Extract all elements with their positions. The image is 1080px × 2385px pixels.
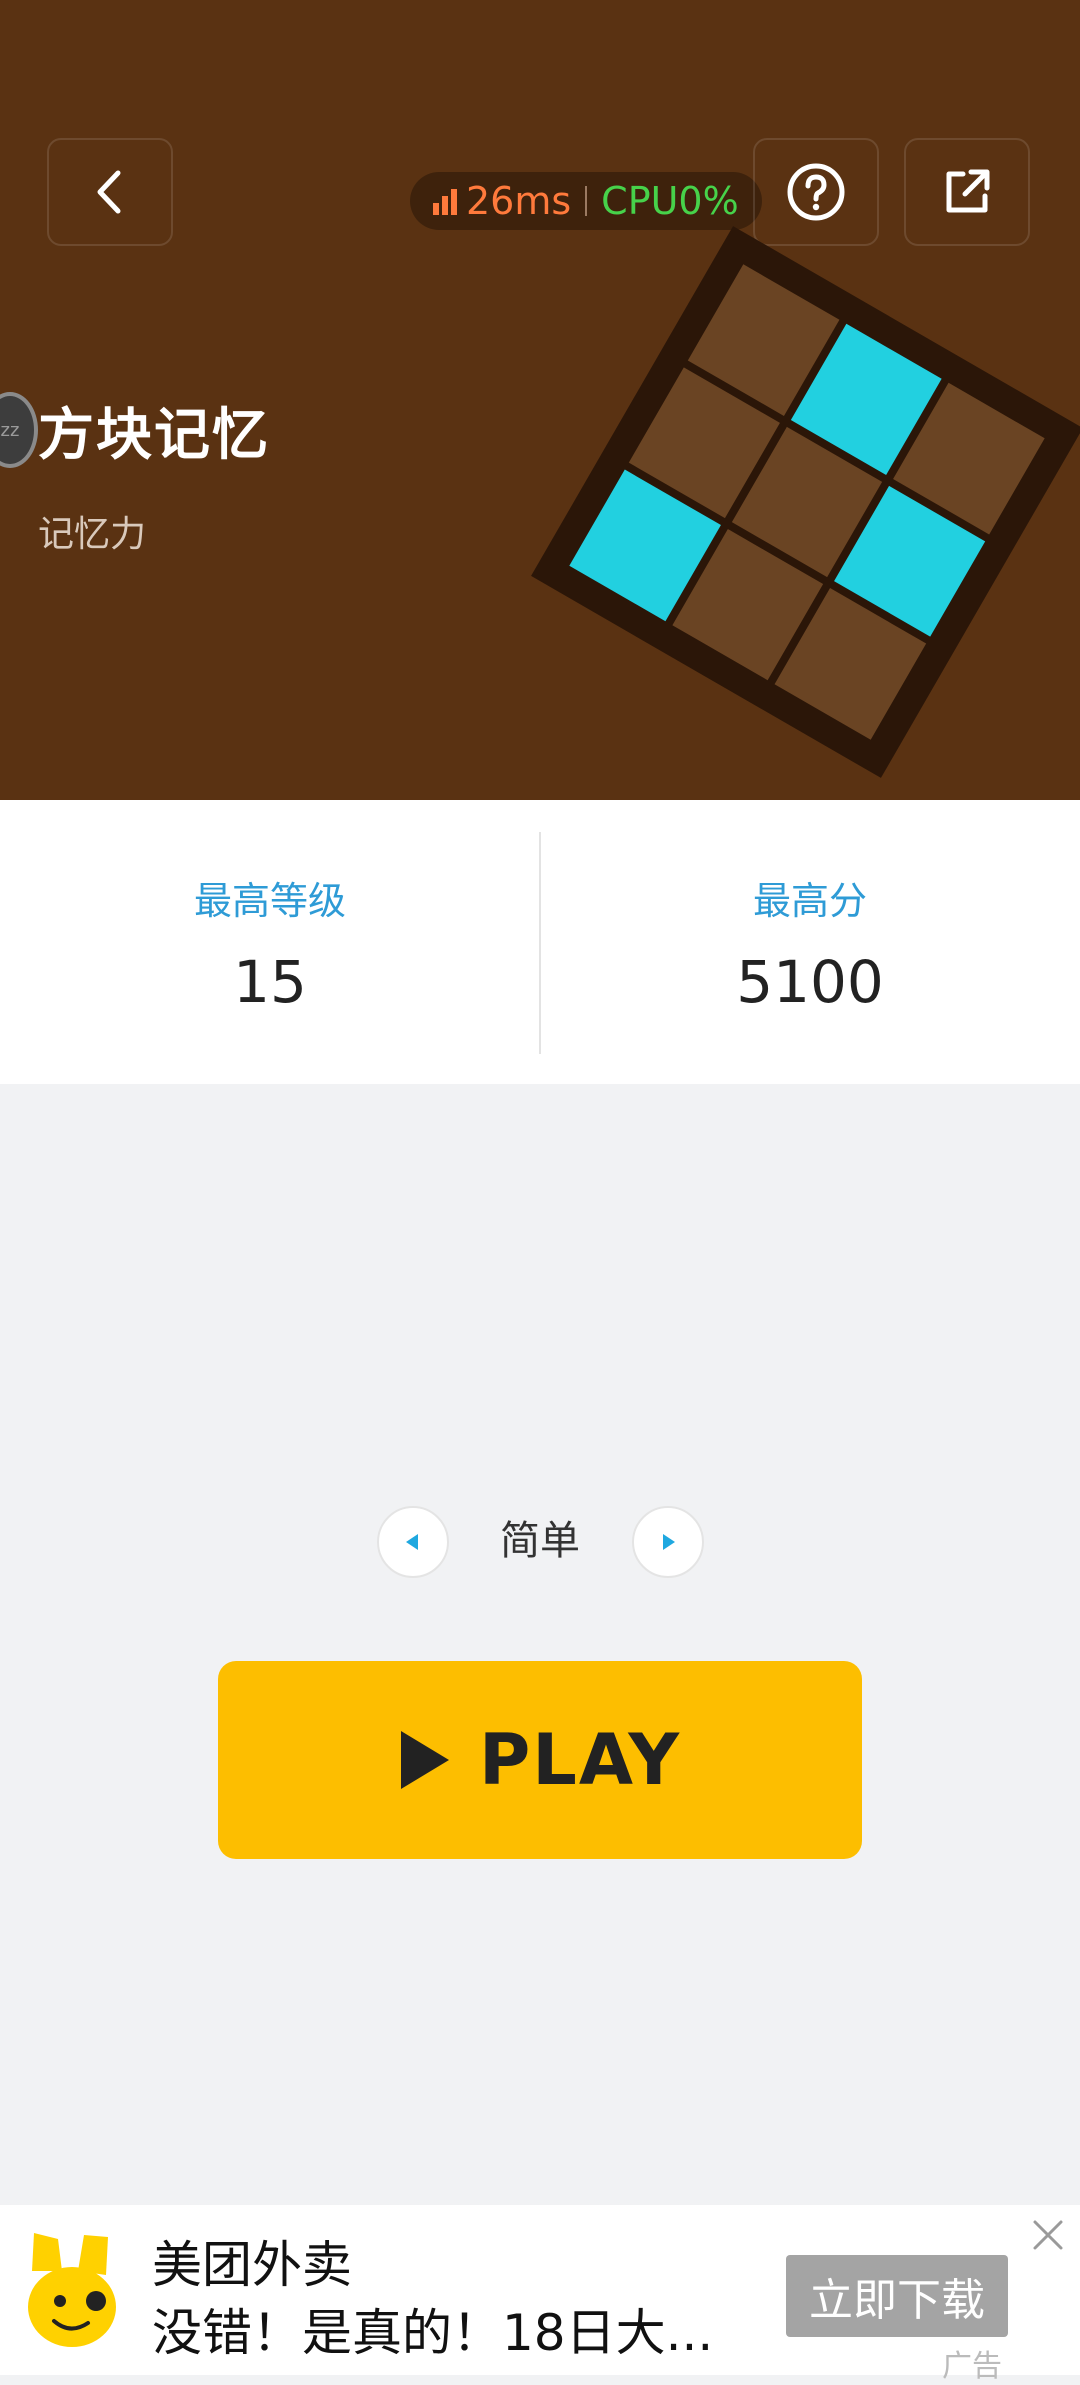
- stat-value: 5100: [736, 948, 884, 1016]
- stat-highest-level: 最高等级 15: [0, 800, 540, 1084]
- stats-panel: 最高等级 15 最高分 5100: [0, 800, 1080, 1084]
- game-category: 记忆力: [38, 514, 147, 555]
- ad-label: 广告: [942, 2341, 1002, 2385]
- perf-separator: [585, 186, 588, 216]
- external-link-icon: [946, 169, 990, 213]
- ad-banner[interactable]: 美团外卖 没错！是真的！18日大... 立即下载 广告: [0, 2205, 1080, 2384]
- ad-download-button[interactable]: 立即下载: [786, 2255, 1008, 2337]
- question-circle-icon: [787, 163, 845, 221]
- play-label: PLAY: [478, 1719, 682, 1801]
- triangle-left-icon: [406, 1534, 418, 1550]
- game-hero: 26ms CPU0% zz 方块记忆 记忆力: [0, 0, 1080, 800]
- chevron-left-icon: [97, 170, 121, 214]
- play-button[interactable]: PLAY: [218, 1661, 862, 1859]
- help-button[interactable]: [753, 138, 879, 246]
- difficulty-prev-button[interactable]: [377, 1506, 449, 1578]
- stat-high-score: 最高分 5100: [540, 800, 1080, 1084]
- triangle-right-icon: [663, 1534, 675, 1550]
- play-icon: [400, 1731, 449, 1789]
- stat-value: 15: [233, 948, 307, 1016]
- difficulty-next-button[interactable]: [632, 1506, 704, 1578]
- game-title: 方块记忆: [38, 403, 270, 468]
- difficulty-value: 简单: [500, 1518, 580, 1564]
- cpu-text: CPU0%: [601, 179, 739, 223]
- ad-tag-text: 广告: [942, 2349, 1002, 2384]
- ad-text: 没错！是真的！18日大...: [152, 2304, 714, 2362]
- stat-label: 最高分: [752, 879, 867, 923]
- signal-bars-icon: [433, 189, 457, 215]
- game-illustration: [531, 226, 1080, 778]
- avatar[interactable]: zz: [0, 392, 38, 468]
- stat-label: 最高等级: [193, 879, 346, 923]
- latency-text: 26ms: [466, 179, 572, 223]
- performance-indicator: 26ms CPU0%: [410, 172, 762, 230]
- meituan-kangaroo-icon: [28, 2233, 116, 2347]
- back-button[interactable]: [47, 138, 173, 246]
- close-icon[interactable]: [1030, 2217, 1066, 2253]
- share-button[interactable]: [904, 138, 1030, 246]
- ad-title: 美团外卖: [152, 2236, 352, 2294]
